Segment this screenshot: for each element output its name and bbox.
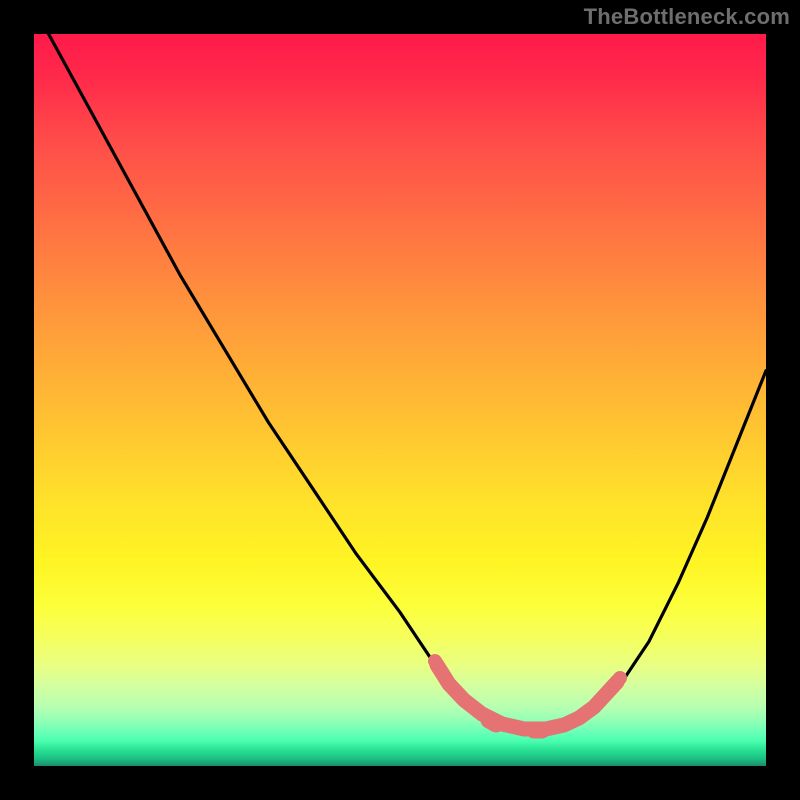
- valley-highlight: [435, 661, 620, 730]
- plot-area: [34, 34, 766, 766]
- chart-frame: TheBottleneck.com: [0, 0, 800, 800]
- watermark-text: TheBottleneck.com: [584, 4, 790, 30]
- bottleneck-curve-svg: [34, 34, 766, 766]
- bottleneck-curve: [49, 34, 766, 729]
